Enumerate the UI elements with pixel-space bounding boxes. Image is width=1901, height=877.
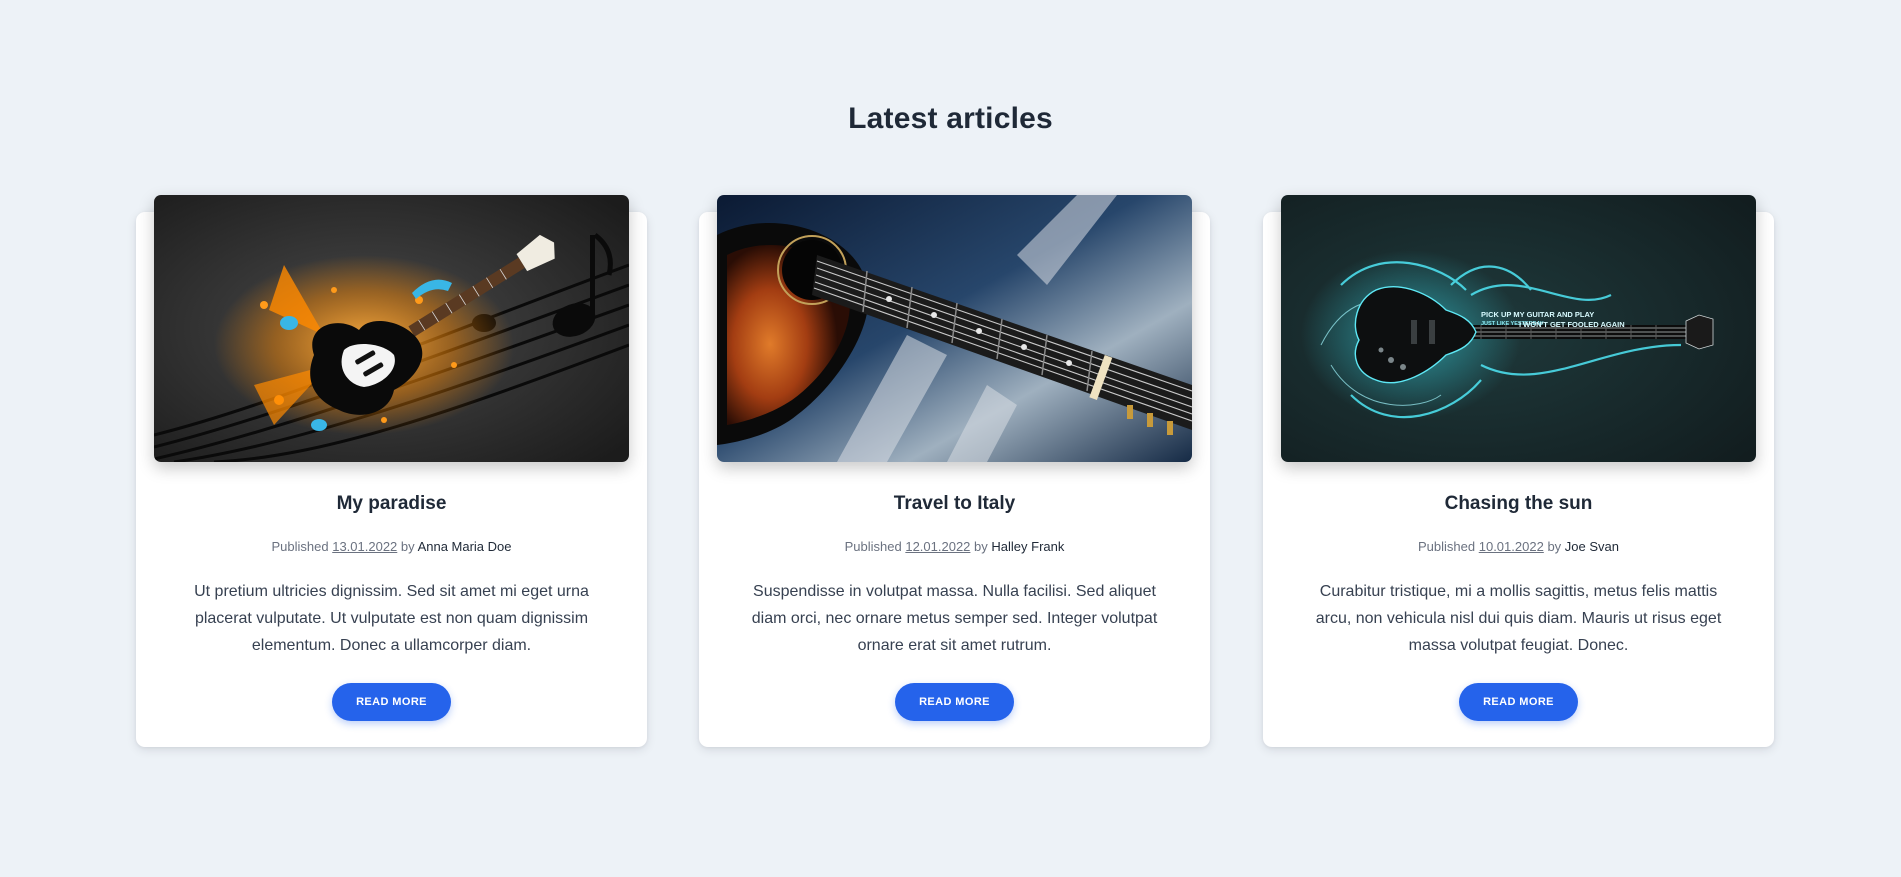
article-excerpt: Curabitur tristique, mi a mollis sagitti…: [1315, 583, 1722, 654]
published-label: Published: [1418, 539, 1476, 554]
read-more-button[interactable]: READ MORE: [1459, 683, 1578, 721]
article-date-link[interactable]: 13.01.2022: [332, 539, 397, 554]
article-excerpt: Ut pretium ultricies dignissim. Sed sit …: [194, 583, 589, 654]
article-title: Travel to Italy: [893, 493, 1016, 514]
published-label: Published: [844, 539, 902, 554]
image-text-line: PICK UP MY GUITAR AND PLAY: [1481, 310, 1594, 319]
section-title: Latest articles: [848, 102, 1053, 135]
article-author: Halley Frank: [991, 539, 1065, 554]
article-meta: Published 12.01.2022 by Halley Frank: [699, 539, 1210, 554]
electric-guitar-music-notes-image: [154, 195, 629, 462]
article-card: Travel to Italy Published 12.01.2022 by …: [699, 195, 1210, 747]
article-excerpt: Suspendisse in volutpat massa. Nulla fac…: [751, 583, 1158, 654]
article-meta: Published 13.01.2022 by Anna Maria Doe: [136, 539, 647, 554]
read-more-button[interactable]: READ MORE: [895, 683, 1014, 721]
article-title: Chasing the sun: [1444, 493, 1593, 514]
article-date-link[interactable]: 10.01.2022: [1479, 539, 1544, 554]
by-label: by: [974, 539, 988, 554]
published-label: Published: [271, 539, 329, 554]
article-title: My paradise: [336, 493, 447, 514]
article-card: My paradise Published 13.01.2022 by Anna…: [136, 195, 647, 747]
article-meta: Published 10.01.2022 by Joe Svan: [1263, 539, 1774, 554]
article-image[interactable]: [717, 195, 1192, 462]
by-label: by: [400, 539, 415, 554]
article-card: PICK UP MY GUITAR AND PLAY JUST LIKE YES…: [1263, 195, 1774, 747]
neon-electric-guitar-image: PICK UP MY GUITAR AND PLAY JUST LIKE YES…: [1281, 195, 1756, 462]
article-author: Anna Maria Doe: [417, 539, 512, 554]
articles-grid: My paradise Published 13.01.2022 by Anna…: [136, 195, 1774, 747]
article-image[interactable]: [154, 195, 629, 462]
acoustic-guitar-closeup-image: [717, 195, 1192, 462]
article-image[interactable]: PICK UP MY GUITAR AND PLAY JUST LIKE YES…: [1281, 195, 1756, 462]
article-date-link[interactable]: 12.01.2022: [905, 539, 970, 554]
read-more-button[interactable]: READ MORE: [332, 683, 451, 721]
image-text-line: I WON'T GET FOOLED AGAIN: [1519, 320, 1625, 329]
by-label: by: [1547, 539, 1562, 554]
article-author: Joe Svan: [1564, 539, 1619, 554]
